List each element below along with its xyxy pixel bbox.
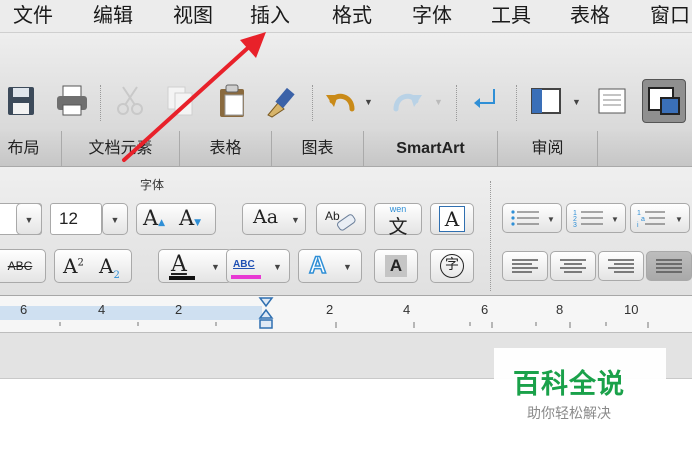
annotation-arrow-icon — [122, 32, 266, 162]
